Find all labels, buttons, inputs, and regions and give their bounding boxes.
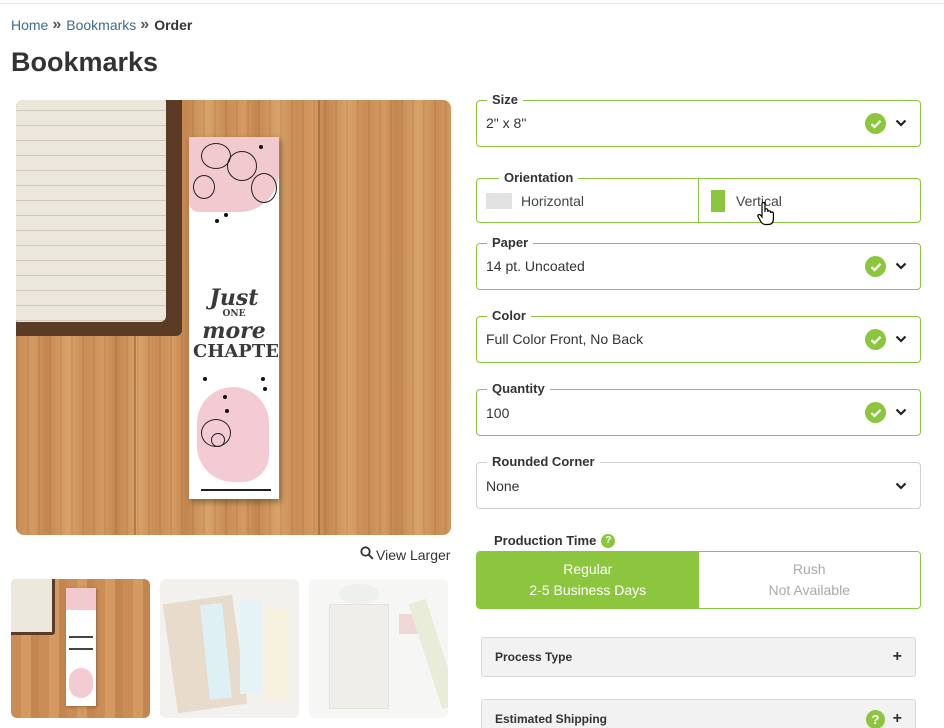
view-larger-label: View Larger: [376, 546, 451, 563]
production-time-heading: Production Time ?: [494, 533, 616, 548]
rounded-corner-value: None: [486, 478, 520, 494]
check-icon: [865, 402, 886, 423]
quantity-value: 100: [486, 405, 510, 421]
breadcrumb-separator-icon: »: [140, 16, 149, 33]
help-icon[interactable]: ?: [601, 533, 616, 548]
production-rush-title: Rush: [792, 561, 826, 577]
page-title: Bookmarks: [11, 47, 159, 77]
color-select[interactable]: Color Full Color Front, No Back: [476, 308, 921, 363]
orientation-horizontal-label: Horizontal: [521, 192, 585, 209]
process-type-accordion[interactable]: Process Type +: [481, 637, 916, 677]
chevron-down-icon: [894, 332, 908, 346]
rounded-corner-label: Rounded Corner: [487, 454, 600, 470]
thumbnail-2[interactable]: [160, 579, 299, 718]
production-time-label: Production Time: [494, 533, 597, 548]
estimated-shipping-label: Estimated Shipping: [495, 712, 608, 726]
breadcrumb: Home » Bookmarks » Order: [11, 16, 192, 34]
hand-pointer-cursor-icon: [757, 201, 775, 231]
orientation-vertical-option[interactable]: Vertical: [711, 179, 911, 222]
orientation-group: Orientation Horizontal Vertical: [476, 170, 921, 223]
orientation-horizontal-option[interactable]: Horizontal: [486, 179, 698, 222]
wood-plank-seam: [318, 100, 320, 535]
thumbnail-1[interactable]: [11, 579, 150, 718]
production-regular-option[interactable]: Regular 2-5 Business Days: [477, 552, 699, 608]
check-icon: [865, 113, 886, 134]
vertical-swatch-icon: [711, 189, 725, 212]
check-icon: [865, 256, 886, 277]
chevron-down-icon: [894, 405, 908, 419]
product-main-image[interactable]: Just ONE more CHAPTER: [16, 100, 451, 535]
estimated-shipping-accordion[interactable]: Estimated Shipping ? +: [481, 699, 916, 728]
magnifier-icon: [360, 546, 374, 563]
production-regular-subtitle: 2-5 Business Days: [529, 582, 647, 598]
bookmark-image: Just ONE more CHAPTER: [189, 137, 279, 499]
production-time-group: Regular 2-5 Business Days Rush Not Avail…: [476, 551, 921, 609]
orientation-divider: [698, 179, 699, 222]
process-type-label: Process Type: [495, 650, 573, 664]
notebook-image: [16, 100, 182, 336]
breadcrumb-current: Order: [154, 17, 193, 33]
chevron-down-icon: [894, 479, 908, 493]
paper-select[interactable]: Paper 14 pt. Uncoated: [476, 235, 921, 290]
chevron-down-icon: [894, 116, 908, 130]
horizontal-swatch-icon: [486, 192, 512, 209]
size-label: Size: [487, 92, 524, 108]
rounded-corner-select[interactable]: Rounded Corner None: [476, 454, 921, 509]
view-larger-link[interactable]: View Larger: [360, 546, 450, 563]
size-value: 2" x 8": [486, 115, 527, 131]
size-select[interactable]: Size 2" x 8": [476, 92, 921, 147]
production-rush-option[interactable]: Rush Not Available: [698, 552, 920, 608]
help-icon[interactable]: ?: [866, 709, 885, 728]
chevron-down-icon: [894, 259, 908, 273]
quantity-label: Quantity: [487, 381, 550, 397]
breadcrumb-home[interactable]: Home: [11, 17, 48, 33]
plus-icon: +: [892, 648, 902, 665]
bookmark-text: Just ONE more CHAPTER: [193, 285, 279, 362]
color-value: Full Color Front, No Back: [486, 331, 644, 347]
quantity-select[interactable]: Quantity 100: [476, 381, 921, 436]
thumbnail-3[interactable]: [309, 579, 448, 718]
paper-value: 14 pt. Uncoated: [486, 258, 585, 274]
check-icon: [865, 329, 886, 350]
top-divider: [0, 0, 944, 4]
breadcrumb-separator-icon: »: [52, 16, 61, 33]
breadcrumb-bookmarks[interactable]: Bookmarks: [66, 17, 136, 33]
production-rush-subtitle: Not Available: [768, 582, 850, 598]
production-regular-title: Regular: [563, 561, 613, 577]
plus-icon: +: [892, 710, 902, 727]
paper-label: Paper: [487, 235, 534, 251]
color-label: Color: [487, 308, 531, 324]
